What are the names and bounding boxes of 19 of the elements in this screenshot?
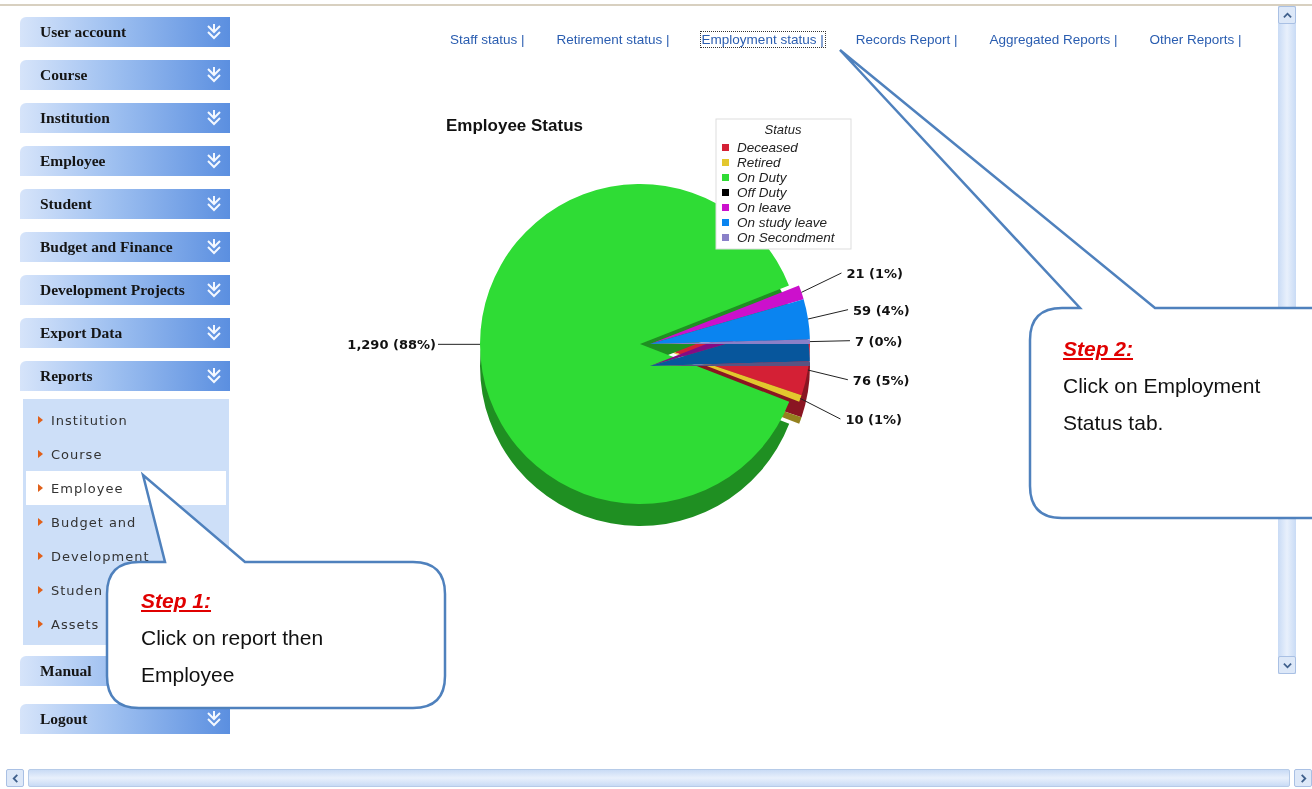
legend-label: On Duty [737, 170, 787, 185]
legend-label: On Secondment [737, 230, 835, 245]
legend-label: Off Duty [737, 185, 787, 200]
data-label: 21 (1%) [846, 266, 903, 281]
legend-title: Status [764, 122, 802, 137]
instruction-text: Click on report then Employee [141, 625, 325, 688]
data-label: 76 (5%) [852, 372, 910, 388]
data-label: 7 (0%) [855, 333, 903, 349]
chart-title: Employee Status [446, 116, 583, 135]
step-title: Step 2: [1063, 336, 1133, 362]
instruction-text: Click on Employment Status tab. [1063, 373, 1262, 436]
legend-label: Retired [737, 155, 781, 170]
data-label: 1,290 (88%) [347, 337, 436, 353]
legend-label: On leave [737, 200, 792, 215]
data-label: 10 (1%) [845, 412, 902, 427]
step-title: Step 1: [141, 588, 211, 614]
legend-label: Deceased [737, 140, 798, 155]
data-label: 59 (4%) [853, 302, 910, 318]
legend-label: On study leave [737, 215, 828, 230]
